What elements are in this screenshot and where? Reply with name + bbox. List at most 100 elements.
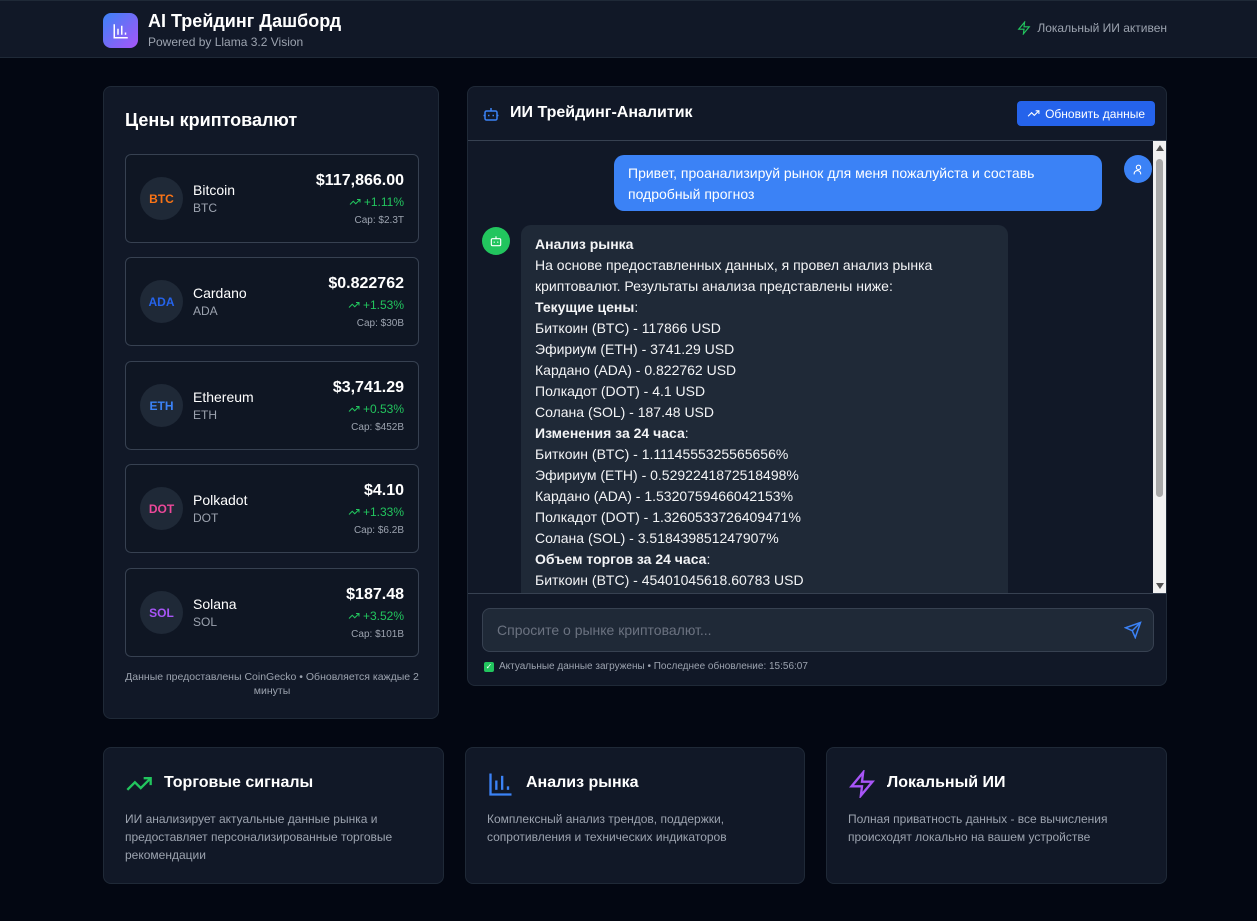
- coin-name: Polkadot: [193, 492, 248, 508]
- coin-change: +1.33%: [348, 505, 404, 519]
- bot-message-line: Эфириум (ETH) - 3741.29 USD: [535, 341, 735, 357]
- send-button[interactable]: [1123, 621, 1142, 644]
- ai-status: Локальный ИИ активен: [1017, 21, 1167, 35]
- coin-change-value: +3.52%: [362, 609, 404, 623]
- bot-message-line: Кардано (ADA) - 0.822762 USD: [535, 362, 737, 378]
- coin-badge: BTC: [140, 177, 183, 220]
- bot-icon: [482, 105, 500, 128]
- status-text: Актуальные данные загружены • Последнее …: [499, 661, 808, 672]
- scroll-up-arrow[interactable]: [1156, 145, 1164, 151]
- coin-badge: DOT: [140, 487, 183, 530]
- app-logo: [103, 13, 138, 48]
- bot-message-line: Текущие цены:: [535, 299, 639, 315]
- feature-title: Локальный ИИ: [887, 774, 1006, 791]
- coin-cap: Cap: $452B: [351, 422, 404, 433]
- bot-message-line: Биткоин (BTC) - 1.1114555325565656%: [535, 446, 789, 462]
- coin-badge: SOL: [140, 591, 183, 634]
- chat-scrollbar[interactable]: [1153, 141, 1166, 593]
- bar-chart-icon: [113, 23, 128, 38]
- user-avatar: [1124, 155, 1152, 183]
- coin-name: Cardano: [193, 285, 247, 301]
- chat-title: ИИ Трейдинг-Аналитик: [510, 104, 693, 121]
- feature-desc: Полная приватность данных - все вычислен…: [848, 812, 1108, 844]
- trending-up-icon: [348, 509, 360, 515]
- coin-cap: Cap: $6.2B: [353, 525, 404, 536]
- coin-change-value: +1.53%: [362, 298, 404, 312]
- coin-cap: Cap: $101B: [351, 629, 404, 640]
- user-icon: [1133, 164, 1141, 174]
- feature-title: Анализ рынка: [526, 774, 639, 791]
- bot-message-line: Биткоин (BTC) - 45401045618.60783 USD: [535, 572, 804, 588]
- bot-message-line: Объем торгов за 24 часа:: [535, 551, 711, 567]
- bot-message-line: Солана (SOL) - 3.518439851247907%: [535, 530, 779, 546]
- bot-avatar: [482, 227, 510, 255]
- trending-up-icon: [125, 770, 153, 803]
- coin-price: $3,741.29: [332, 379, 404, 396]
- bar-chart-icon: [487, 770, 515, 803]
- scrollbar-thumb[interactable]: [1156, 159, 1163, 497]
- coin-price: $187.48: [346, 586, 404, 603]
- feature-card-trading-signals: Торговые сигналы ИИ анализирует актуальн…: [103, 747, 444, 884]
- send-icon: [1123, 621, 1142, 640]
- bot-message-line: Солана (SOL) - 187.48 USD: [535, 404, 714, 420]
- ai-status-label: Локальный ИИ активен: [1037, 21, 1167, 35]
- prices-footer: Данные предоставлены CoinGecko • Обновля…: [125, 671, 419, 697]
- bot-message: Анализ рынка На основе предоставленных да…: [521, 225, 1008, 593]
- coin-name: Ethereum: [193, 389, 254, 405]
- ai-chat-panel: ИИ Трейдинг-Аналитик Обновить данные При…: [467, 86, 1167, 686]
- coin-name: Bitcoin: [193, 182, 236, 198]
- coin-change: +1.11%: [349, 195, 404, 209]
- coin-change-value: +1.11%: [363, 195, 404, 209]
- bot-message-line: Анализ рынка: [535, 236, 634, 252]
- prices-title: Цены криптовалют: [125, 110, 298, 130]
- coin-symbol: BTC: [193, 201, 217, 215]
- bot-message-line: Изменения за 24 часа:: [535, 425, 689, 441]
- coin-card-dot[interactable]: DOT Polkadot DOT $4.10 +1.33% Cap: $6.2B: [125, 464, 419, 553]
- bot-message-line: Эфириум (ETH) - 0.5292241872518498%: [535, 467, 799, 483]
- bot-message-line: Кардано (ADA) - 1.5320759466042153%: [535, 488, 794, 504]
- coin-card-btc[interactable]: BTC Bitcoin BTC $117,866.00 +1.11% Cap: …: [125, 154, 419, 243]
- coin-card-eth[interactable]: ETH Ethereum ETH $3,741.29 +0.53% Cap: $…: [125, 361, 419, 450]
- coin-price: $0.822762: [328, 275, 404, 292]
- zap-icon: [848, 768, 876, 803]
- chat-messages[interactable]: Привет, проанализируй рынок для меня пож…: [468, 141, 1166, 593]
- bot-message-line: Биткоин (BTC) - 117866 USD: [535, 320, 721, 336]
- check-icon: ✓: [484, 661, 494, 672]
- app-subtitle: Powered by Llama 3.2 Vision: [148, 35, 304, 49]
- coin-price: $4.10: [363, 482, 404, 499]
- trending-up-icon: [348, 406, 360, 412]
- feature-desc: ИИ анализирует актуальные данные рынка и…: [125, 812, 393, 862]
- coin-card-ada[interactable]: ADA Cardano ADA $0.822762 +1.53% Cap: $3…: [125, 257, 419, 346]
- chat-input[interactable]: [482, 608, 1154, 652]
- trending-up-icon: [348, 613, 360, 619]
- bot-message-line: Полкадот (DOT) - 4.1 USD: [535, 383, 706, 399]
- feature-desc: Комплексный анализ трендов, поддержки, с…: [487, 812, 727, 844]
- feature-card-local-ai: Локальный ИИ Полная приватность данных -…: [826, 747, 1167, 884]
- zap-icon: [1017, 21, 1031, 35]
- scroll-down-arrow[interactable]: [1156, 583, 1164, 589]
- coin-name: Solana: [193, 596, 237, 612]
- user-message: Привет, проанализируй рынок для меня пож…: [614, 155, 1102, 211]
- coin-price: $117,866.00: [315, 172, 404, 189]
- coin-badge: ETH: [140, 384, 183, 427]
- bot-message-line: Полкадот (DOT) - 1.3260533726409471%: [535, 509, 801, 525]
- chat-header: ИИ Трейдинг-Аналитик Обновить данные: [468, 87, 1166, 141]
- coin-change-value: +0.53%: [362, 402, 404, 416]
- coin-symbol: SOL: [193, 615, 218, 629]
- trending-up-icon: [348, 302, 360, 308]
- feature-title: Торговые сигналы: [164, 774, 314, 791]
- coin-change: +3.52%: [348, 609, 404, 623]
- status-line: ✓ Актуальные данные загружены • Последне…: [484, 661, 808, 672]
- refresh-data-button[interactable]: Обновить данные: [1017, 101, 1155, 126]
- trending-up-icon: [349, 199, 361, 205]
- coin-cap: Cap: $30B: [356, 318, 404, 329]
- coin-card-sol[interactable]: SOL Solana SOL $187.48 +3.52% Cap: $101B: [125, 568, 419, 657]
- coin-badge: ADA: [140, 280, 183, 323]
- coin-symbol: ETH: [193, 408, 217, 422]
- coin-symbol: DOT: [193, 511, 219, 525]
- coin-change: +0.53%: [348, 402, 404, 416]
- app-title: AI Трейдинг Дашборд: [148, 11, 342, 31]
- feature-card-market-analysis: Анализ рынка Комплексный анализ трендов,…: [465, 747, 805, 884]
- trending-up-icon: [1027, 110, 1040, 117]
- bot-message-line: На основе предоставленных данных, я пров…: [535, 257, 933, 294]
